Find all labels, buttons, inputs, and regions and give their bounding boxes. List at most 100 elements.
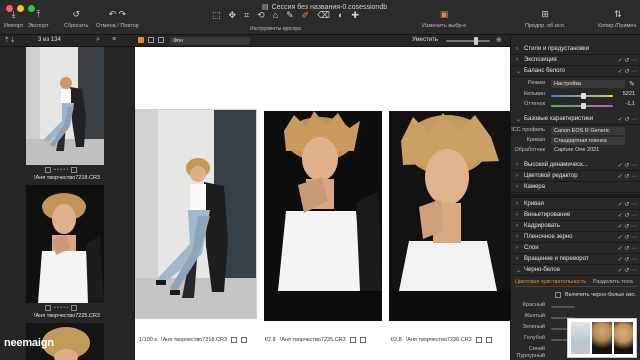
section-actions[interactable]: ✓ ↺ ⋯ <box>618 57 637 64</box>
chevron-down-icon: ⌄ <box>516 267 522 274</box>
eyedropper-icon[interactable]: ✎ <box>629 80 635 88</box>
section-actions[interactable]: ✓ ↺ ⋯ <box>618 116 637 123</box>
section-actions[interactable]: ✓ ↺ ⋯ <box>618 256 637 263</box>
filter-icon[interactable]: ⇡⇣ <box>4 36 16 44</box>
bw-enable-label: Включить черно-белые изо. <box>565 292 636 298</box>
photo-card-1[interactable] <box>135 109 257 319</box>
section-curve[interactable]: › Кривая ✓ ↺ ⋯ <box>511 199 640 210</box>
cursor-tools-group: ⬚ ✥ ⌗ ⟲ ⌂ ✎ ✐ ⌫ ◐ ✚ <box>212 10 359 21</box>
card-3-caption: f/2.8 !Аня творчество7236.CR3 <box>391 337 492 343</box>
card-1-select-checkbox[interactable] <box>231 337 238 343</box>
section-actions[interactable]: ✓ ↺ ⋯ <box>618 245 637 252</box>
import-icon: ⤓ <box>11 9 16 19</box>
mini-thumb-3 <box>613 322 633 354</box>
curve-select[interactable]: Стандартная пленка <box>551 137 625 145</box>
card-3-select-checkbox[interactable] <box>475 337 482 343</box>
curve-row: Кривая Стандартная пленка <box>511 137 640 147</box>
section-rotation[interactable]: › Вращение и переворот ✓ ↺ ⋯ <box>511 254 640 265</box>
section-actions[interactable]: ✓ ↺ ⋯ <box>618 212 637 219</box>
keystone-icon[interactable]: ⌂ <box>273 10 278 21</box>
icc-select[interactable]: Canon EOS R Generic <box>551 127 625 135</box>
chevron-right-icon: › <box>516 184 518 190</box>
section-black-white[interactable]: ⌄ Черно-белое ✓ ↺ ⋯ <box>511 265 640 276</box>
reset-button[interactable]: ↺ Сбросить <box>64 9 88 29</box>
edit-selected-button[interactable]: ▣ Изменить выбр-е <box>422 9 466 29</box>
card-3-info-checkbox[interactable] <box>485 337 492 343</box>
pan-icon[interactable]: ✥ <box>229 10 237 21</box>
section-actions[interactable]: ✓ ↺ ⋯ <box>618 162 637 169</box>
zoom-slider-knob[interactable] <box>474 37 478 45</box>
section-actions[interactable]: ✓ ↺ ⋯ <box>618 267 637 274</box>
rating-dots[interactable]: • • • • • <box>45 305 78 311</box>
tint-row: Оттенок -1,1 <box>524 101 635 109</box>
tab-underline <box>515 286 637 287</box>
fit-zoom-select[interactable]: Уместить <box>412 37 438 43</box>
section-layers[interactable]: › Слои ✓ ↺ ⋯ <box>511 243 640 254</box>
section-actions[interactable]: ✓ ↺ ⋯ <box>618 223 637 230</box>
copy-apply-icon: ⇅ <box>614 9 622 19</box>
copy-apply-button[interactable]: ⇅ Копир./Примен. <box>598 9 638 29</box>
rotate-icon[interactable]: ⟲ <box>257 10 265 21</box>
chevron-right-icon: › <box>516 245 518 251</box>
section-styles[interactable]: › Стили и предустановки <box>511 44 640 55</box>
undo-redo-button[interactable]: ↶ ↷ Отмена / Повтор <box>96 9 139 29</box>
section-actions[interactable]: ✓ ↺ ⋯ <box>618 173 637 180</box>
heal-icon[interactable]: ✚ <box>351 10 359 21</box>
tint-slider-knob[interactable] <box>581 103 586 109</box>
tab-split-tones[interactable]: Разделить тона <box>593 279 633 285</box>
preview-button[interactable]: ⊞ Предпр. об.исп. <box>525 9 565 29</box>
section-vignetting[interactable]: › Виньетирование ✓ ↺ ⋯ <box>511 210 640 221</box>
bw-red-slider[interactable] <box>551 306 575 308</box>
filmstrip-thumb[interactable] <box>26 185 104 303</box>
chevron-right-icon: › <box>516 173 518 179</box>
chevron-down-icon: ⌄ <box>516 68 522 75</box>
edit-selected-icon: ▣ <box>439 9 449 19</box>
import-button[interactable]: ⤓ Импорт <box>4 9 23 29</box>
section-color-editor[interactable]: › Цветовой редактор ✓ ↺ ⋯ <box>511 171 640 182</box>
tab-color-sensitivity[interactable]: Цветовая чувствительность <box>515 279 586 285</box>
photo-card-3[interactable] <box>389 111 510 321</box>
grid-view-icon[interactable] <box>138 37 144 43</box>
tint-slider[interactable] <box>551 103 613 109</box>
card-1-caption: 1/100 s !Аня творчество7218.CR3 <box>139 337 248 343</box>
chevron-right-icon: › <box>516 201 518 207</box>
card-1-info-checkbox[interactable] <box>241 337 248 343</box>
compare-view-icon[interactable] <box>158 37 164 43</box>
crop-icon[interactable]: ⌗ <box>244 10 249 21</box>
kelvin-slider-knob[interactable] <box>581 93 586 99</box>
section-camera[interactable]: › Камера <box>511 182 640 193</box>
single-view-icon[interactable] <box>148 37 154 43</box>
chevron-right-icon: › <box>516 46 518 52</box>
rating-dots[interactable]: • • • • • <box>45 167 78 173</box>
section-actions[interactable]: ✓ ↺ ⋯ <box>618 68 637 75</box>
section-white-balance[interactable]: ⌄ Баланс белого ✓ ↺ ⋯ <box>511 66 640 77</box>
bw-enable-checkbox[interactable] <box>555 292 561 298</box>
background-select[interactable]: Фон <box>170 37 250 45</box>
section-hdr[interactable]: › Высокий динамическ... ✓ ↺ ⋯ <box>511 160 640 171</box>
zoom-slider[interactable] <box>446 37 490 45</box>
section-actions[interactable]: ✓ ↺ ⋯ <box>618 234 637 241</box>
image-count: 3 из 134 <box>38 37 61 43</box>
section-film-grain[interactable]: › Пленочное зерно ✓ ↺ ⋯ <box>511 232 640 243</box>
card-2-select-checkbox[interactable] <box>349 337 356 343</box>
section-crop[interactable]: › Кадрировать ✓ ↺ ⋯ <box>511 221 640 232</box>
filmstrip-thumb[interactable] <box>26 47 104 165</box>
select-cursor-icon[interactable]: ⬚ <box>212 10 221 21</box>
gradient-icon[interactable]: ◐ <box>338 10 343 21</box>
picker-icon[interactable]: ✎ <box>286 10 294 21</box>
chevron-right-icon: › <box>516 57 518 63</box>
export-button[interactable]: ⤒ Экспорт <box>28 9 49 29</box>
wb-mode-select[interactable]: Настройка <box>551 80 625 88</box>
kelvin-slider[interactable] <box>551 93 613 99</box>
section-base-characteristics[interactable]: ⌄ Базовые характеристики ✓ ↺ ⋯ <box>511 114 640 125</box>
section-actions[interactable]: ✓ ↺ ⋯ <box>618 201 637 208</box>
eraser-icon[interactable]: ⌫ <box>317 10 330 21</box>
brush-icon[interactable]: ✐ <box>302 10 310 21</box>
card-2-info-checkbox[interactable] <box>359 337 366 343</box>
loupe-icon[interactable]: ⊕ <box>496 36 502 44</box>
sort-icon[interactable]: ≡ <box>112 36 116 43</box>
photo-card-2[interactable] <box>264 111 382 321</box>
section-exposure[interactable]: › Экспозиция ✓ ↺ ⋯ <box>511 55 640 66</box>
mouse-cursor-icon: ➤ <box>334 297 342 307</box>
search-icon[interactable]: ⌕ <box>96 36 100 44</box>
